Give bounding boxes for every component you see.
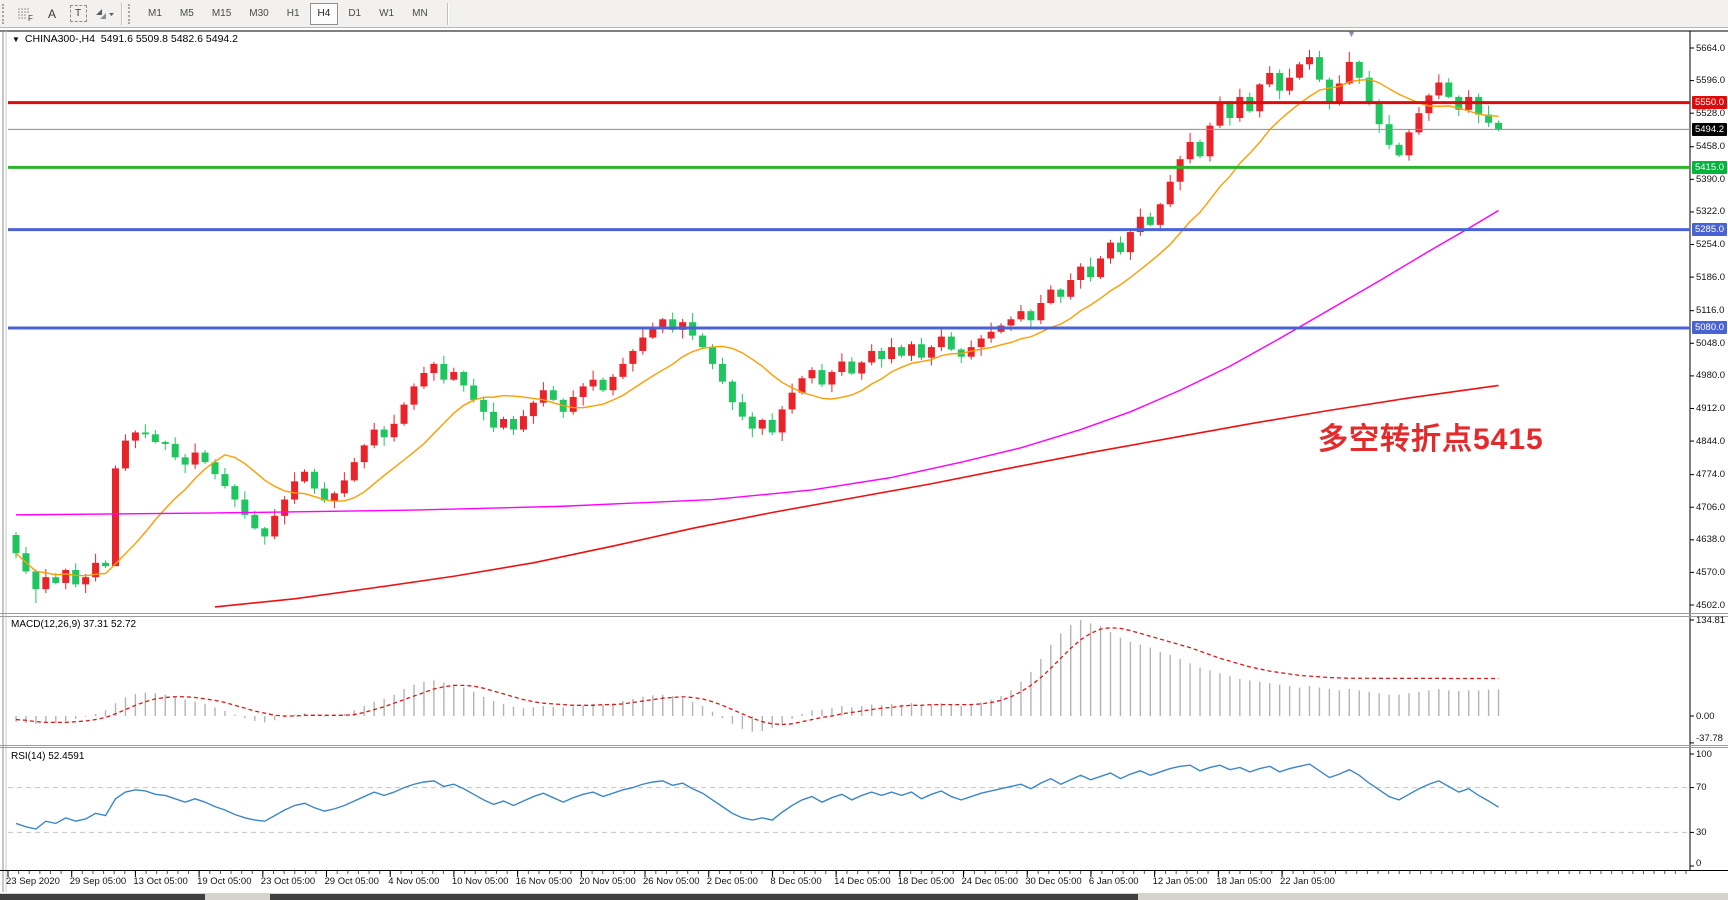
letter-a-icon: A (48, 7, 56, 21)
toolbar-separator (121, 3, 122, 25)
toolbar-group-handle[interactable] (128, 4, 136, 24)
collapse-panel-icon[interactable]: ▼ (12, 35, 20, 44)
timeframe-group: M1M5M15M30H1H4D1W1MN (139, 3, 437, 25)
scroll-to-end-icon[interactable]: ▼ (1347, 29, 1356, 39)
style-arrows-icon (93, 6, 115, 22)
timeframe-button-w1[interactable]: W1 (371, 3, 402, 25)
timeframe-button-m5[interactable]: M5 (172, 3, 202, 25)
chart-canvas[interactable] (0, 28, 1728, 900)
rsi-indicator-label: RSI(14) 52.4591 (11, 751, 84, 762)
symbol-label: CHINA300-,H4 (25, 33, 95, 45)
chart-title: ▼ CHINA300-,H4 5491.6 5509.8 5482.6 5494.… (12, 33, 238, 45)
timeframe-button-m30[interactable]: M30 (241, 3, 276, 25)
arrow-label-tool-button[interactable]: A (39, 2, 65, 26)
timeframe-button-d1[interactable]: D1 (340, 3, 369, 25)
timeframe-button-h4[interactable]: H4 (310, 3, 339, 25)
pattern-f-tool-button[interactable]: F (13, 2, 39, 26)
toolbar-separator (447, 3, 448, 25)
ohlc-values: 5491.6 5509.8 5482.6 5494.2 (101, 33, 238, 45)
horizontal-scrollbar-segment[interactable] (0, 894, 205, 900)
letter-t-icon: T (70, 5, 87, 22)
horizontal-scrollbar-thumb[interactable] (270, 894, 1138, 900)
text-annotation[interactable]: 多空转折点5415 (1318, 414, 1544, 458)
dotted-grid-f-icon: F (17, 6, 35, 22)
toolbar: F A T M1M5M15M30H1H4D1W1MN (0, 0, 1728, 28)
style-arrows-tool-button[interactable] (91, 2, 117, 26)
timeframe-button-h1[interactable]: H1 (279, 3, 308, 25)
timeframe-button-m15[interactable]: M15 (204, 3, 239, 25)
timeframe-button-mn[interactable]: MN (404, 3, 436, 25)
toolbar-group-handle[interactable] (2, 4, 10, 24)
macd-indicator-label: MACD(12,26,9) 37.31 52.72 (11, 619, 136, 630)
mt4-window: F A T M1M5M15M30H1H4D1W1MN 5664.05596.05… (0, 0, 1728, 900)
timeframe-button-m1[interactable]: M1 (140, 3, 170, 25)
text-tool-button[interactable]: T (65, 2, 91, 26)
svg-text:F: F (28, 14, 33, 22)
